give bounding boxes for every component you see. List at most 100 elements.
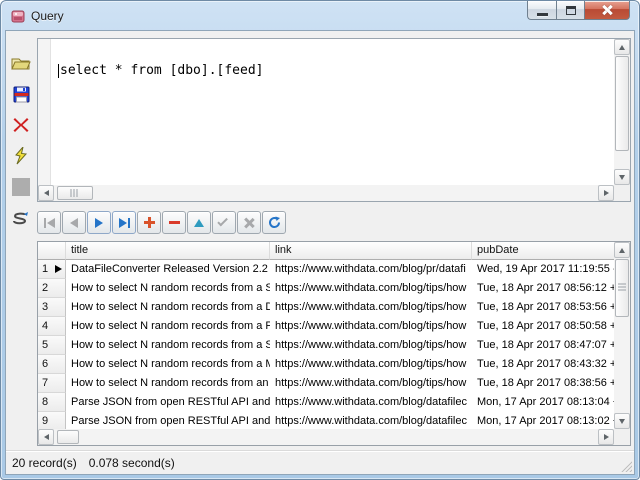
grid-hscroll-thumb[interactable] [57, 430, 79, 444]
cell-pubdate[interactable]: Tue, 18 Apr 2017 08:43:32 + [472, 355, 614, 374]
grid-vertical-scrollbar[interactable] [614, 242, 630, 429]
column-header-link[interactable]: link [270, 242, 472, 260]
row-number: 8 [42, 396, 49, 408]
cell-link[interactable]: https://www.withdata.com/blog/datafilec [270, 412, 472, 429]
scroll-up-button[interactable] [614, 39, 630, 55]
table-row[interactable]: 6 How to select N random records from a … [38, 355, 614, 374]
cell-link[interactable]: https://www.withdata.com/blog/tips/how [270, 317, 472, 336]
cancel-edit-button[interactable] [237, 211, 261, 234]
cell-pubdate[interactable]: Tue, 18 Apr 2017 08:50:58 + [472, 317, 614, 336]
table-row[interactable]: 4 How to select N random records from a … [38, 317, 614, 336]
cell-title[interactable]: Parse JSON from open RESTful API and s [66, 393, 270, 412]
table-row[interactable]: 7 How to select N random records from an… [38, 374, 614, 393]
edit-record-button[interactable] [187, 211, 211, 234]
cell-link[interactable]: https://www.withdata.com/blog/tips/how [270, 336, 472, 355]
post-edit-button[interactable] [212, 211, 236, 234]
cell-link[interactable]: https://www.withdata.com/blog/tips/how [270, 355, 472, 374]
cell-title[interactable]: How to select N random records from a SQ [66, 279, 270, 298]
cell-title[interactable]: How to select N random records from a DI [66, 298, 270, 317]
cell-link[interactable]: https://www.withdata.com/blog/tips/how [270, 374, 472, 393]
refresh-button[interactable] [262, 211, 286, 234]
editor-horizontal-scrollbar[interactable] [38, 185, 614, 201]
save-button[interactable] [10, 83, 32, 105]
scroll-right-button[interactable] [598, 185, 614, 201]
column-header-title[interactable]: title [66, 242, 270, 260]
insert-record-button[interactable] [137, 211, 161, 234]
prior-record-button[interactable] [62, 211, 86, 234]
scroll-down-button[interactable] [614, 413, 630, 429]
first-record-button[interactable] [37, 211, 61, 234]
scroll-left-button[interactable] [38, 185, 54, 201]
cell-title[interactable]: DataFileConverter Released Version 2.2 [66, 260, 270, 279]
cell-pubdate[interactable]: Tue, 18 Apr 2017 08:56:12 + [472, 279, 614, 298]
clear-icon [13, 117, 29, 133]
scroll-left-button[interactable] [38, 429, 54, 445]
row-number: 2 [42, 282, 49, 294]
open-file-button[interactable] [10, 52, 32, 74]
app-icon [10, 8, 26, 24]
cell-title[interactable]: How to select N random records from a SQ [66, 336, 270, 355]
row-number-cell[interactable]: 2 [38, 279, 66, 298]
scroll-right-icon [603, 434, 609, 440]
cell-pubdate[interactable]: Mon, 17 Apr 2017 08:13:04 + [472, 393, 614, 412]
cell-title[interactable]: How to select N random records from an O [66, 374, 270, 393]
cell-title[interactable]: How to select N random records from a Po [66, 317, 270, 336]
execute-button[interactable] [10, 145, 32, 167]
grid-vscroll-thumb[interactable] [615, 259, 629, 317]
table-row[interactable]: 3 How to select N random records from a … [38, 298, 614, 317]
table-row[interactable]: 9 Parse JSON from open RESTful API and s… [38, 412, 614, 429]
table-row[interactable]: 5 How to select N random records from a … [38, 336, 614, 355]
next-record-button[interactable] [87, 211, 111, 234]
row-number-cell[interactable]: 7 [38, 374, 66, 393]
row-number-cell[interactable]: 3 [38, 298, 66, 317]
cell-pubdate[interactable]: Wed, 19 Apr 2017 11:19:55 - [472, 260, 614, 279]
scroll-right-button[interactable] [598, 429, 614, 445]
row-number-cell[interactable]: 5 [38, 336, 66, 355]
cell-link[interactable]: https://www.withdata.com/blog/pr/datafi [270, 260, 472, 279]
minimize-button[interactable] [527, 1, 556, 20]
cell-title[interactable]: Parse JSON from open RESTful API and s [66, 412, 270, 429]
format-sql-button[interactable] [10, 207, 32, 229]
prior-record-icon [70, 217, 78, 228]
cell-link[interactable]: https://www.withdata.com/blog/tips/how [270, 298, 472, 317]
last-record-button[interactable] [112, 211, 136, 234]
cell-link[interactable]: https://www.withdata.com/blog/datafilec [270, 393, 472, 412]
scroll-up-button[interactable] [614, 242, 630, 258]
cell-pubdate[interactable]: Tue, 18 Apr 2017 08:53:56 + [472, 298, 614, 317]
editor-hscroll-thumb[interactable] [57, 186, 93, 200]
close-button[interactable] [585, 1, 630, 20]
row-number-cell[interactable]: 4 [38, 317, 66, 336]
table-row[interactable]: 8 Parse JSON from open RESTful API and s… [38, 393, 614, 412]
delete-record-button[interactable] [162, 211, 186, 234]
sql-text-area[interactable]: select * from [dbo].[feed] [38, 39, 614, 185]
maximize-button[interactable] [556, 1, 585, 20]
grid-horizontal-scrollbar[interactable] [38, 429, 614, 445]
open-file-icon [11, 55, 31, 71]
format-sql-icon [12, 210, 30, 226]
table-row[interactable]: 1 DataFileConverter Released Version 2.2… [38, 260, 614, 279]
table-row[interactable]: 2 How to select N random records from a … [38, 279, 614, 298]
cell-link[interactable]: https://www.withdata.com/blog/tips/how [270, 279, 472, 298]
first-record-arrow [46, 217, 55, 228]
editor-vscroll-thumb[interactable] [615, 56, 629, 151]
column-header-pubdate[interactable]: pubDate [472, 242, 614, 260]
column-header-indicator[interactable] [38, 242, 66, 260]
post-edit-icon [217, 215, 228, 227]
cell-pubdate[interactable]: Mon, 17 Apr 2017 08:13:02 + [472, 412, 614, 429]
cell-pubdate[interactable]: Tue, 18 Apr 2017 08:38:56 + [472, 374, 614, 393]
row-number-cell[interactable]: 6 [38, 355, 66, 374]
clear-button[interactable] [10, 114, 32, 136]
row-number: 1 [42, 263, 49, 275]
cell-pubdate[interactable]: Tue, 18 Apr 2017 08:47:07 + [472, 336, 614, 355]
stop-button[interactable] [10, 176, 32, 198]
titlebar[interactable]: Query [1, 1, 639, 30]
thumb-grip [70, 189, 80, 197]
row-number-cell[interactable]: 8 [38, 393, 66, 412]
row-number-cell[interactable]: 1 [38, 260, 66, 279]
resize-grip-icon[interactable] [620, 460, 632, 472]
row-number-cell[interactable]: 9 [38, 412, 66, 429]
editor-vertical-scrollbar[interactable] [614, 39, 630, 185]
sql-editor[interactable]: select * from [dbo].[feed] [37, 38, 631, 202]
cell-title[interactable]: How to select N random records from a M [66, 355, 270, 374]
scroll-down-button[interactable] [614, 169, 630, 185]
